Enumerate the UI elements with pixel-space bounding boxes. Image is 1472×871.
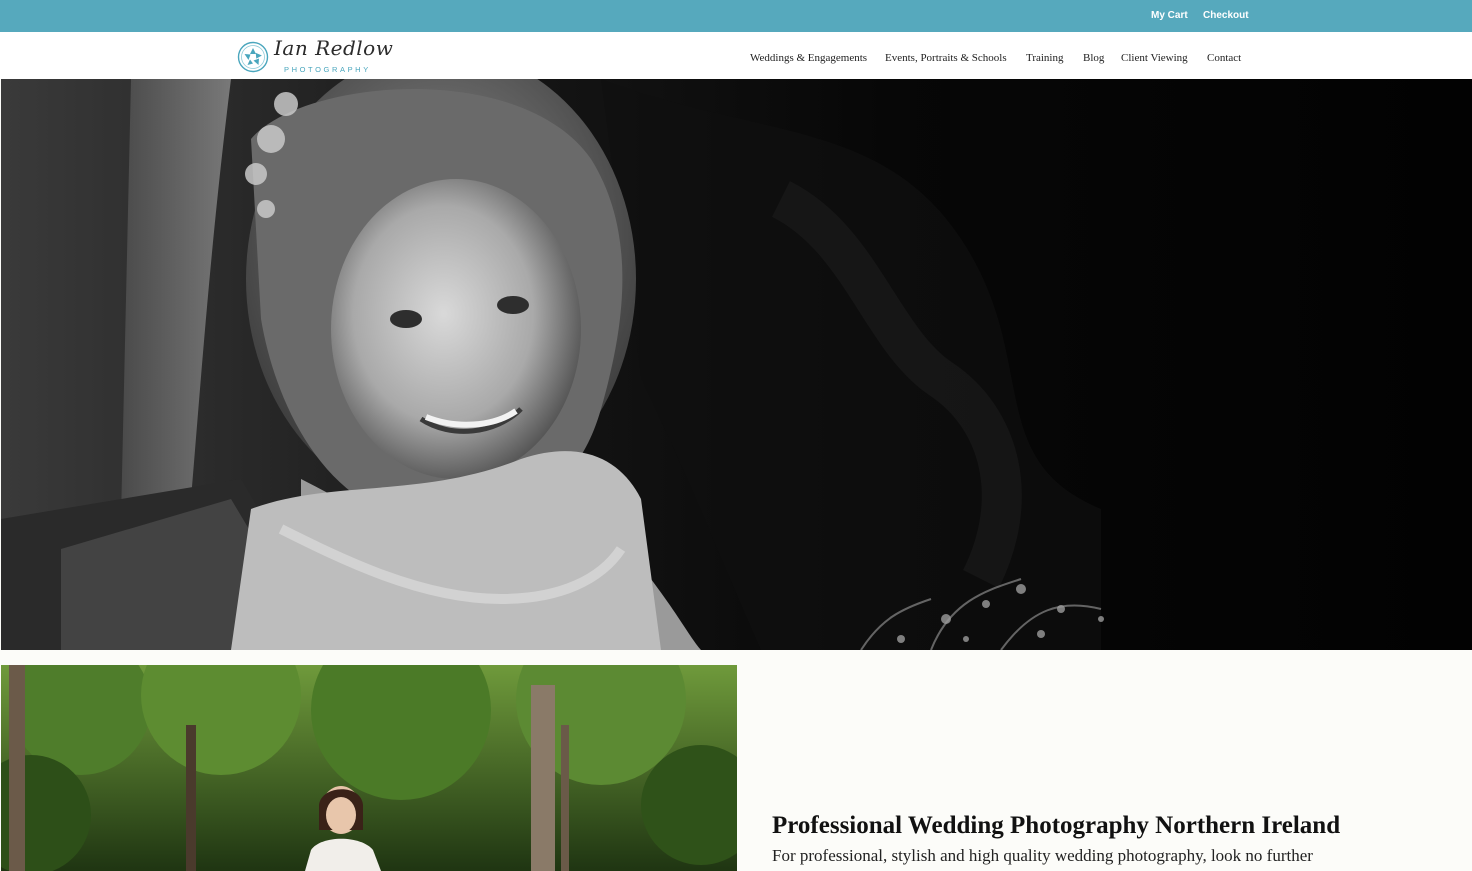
checkout-link[interactable]: Checkout (1203, 10, 1249, 21)
garden-image (1, 665, 737, 871)
intro-heading: Professional Wedding Photography Norther… (772, 812, 1341, 839)
nav-item-contact[interactable]: Contact (1207, 52, 1241, 64)
site-header: Ian Redlow PHOTOGRAPHY Weddings & Engage… (0, 32, 1472, 79)
nav-item-weddings[interactable]: Weddings & Engagements (750, 52, 867, 64)
utility-bar: My Cart Checkout (0, 0, 1472, 32)
nav-item-events[interactable]: Events, Portraits & Schools (885, 52, 1007, 64)
nav-item-blog[interactable]: Blog (1083, 52, 1104, 64)
intro-text: For professional, stylish and high quali… (772, 846, 1313, 865)
nav-item-training[interactable]: Training (1026, 52, 1064, 64)
hero-image (1, 79, 1472, 650)
brand-subtitle: PHOTOGRAPHY (284, 65, 371, 74)
nav-item-client-viewing[interactable]: Client Viewing (1121, 52, 1188, 64)
my-cart-link[interactable]: My Cart (1151, 10, 1188, 21)
hero-bride-portrait (1, 79, 1472, 650)
main-nav: Weddings & Engagements Events, Portraits… (0, 52, 1472, 66)
bride-garden-photo (1, 665, 737, 871)
